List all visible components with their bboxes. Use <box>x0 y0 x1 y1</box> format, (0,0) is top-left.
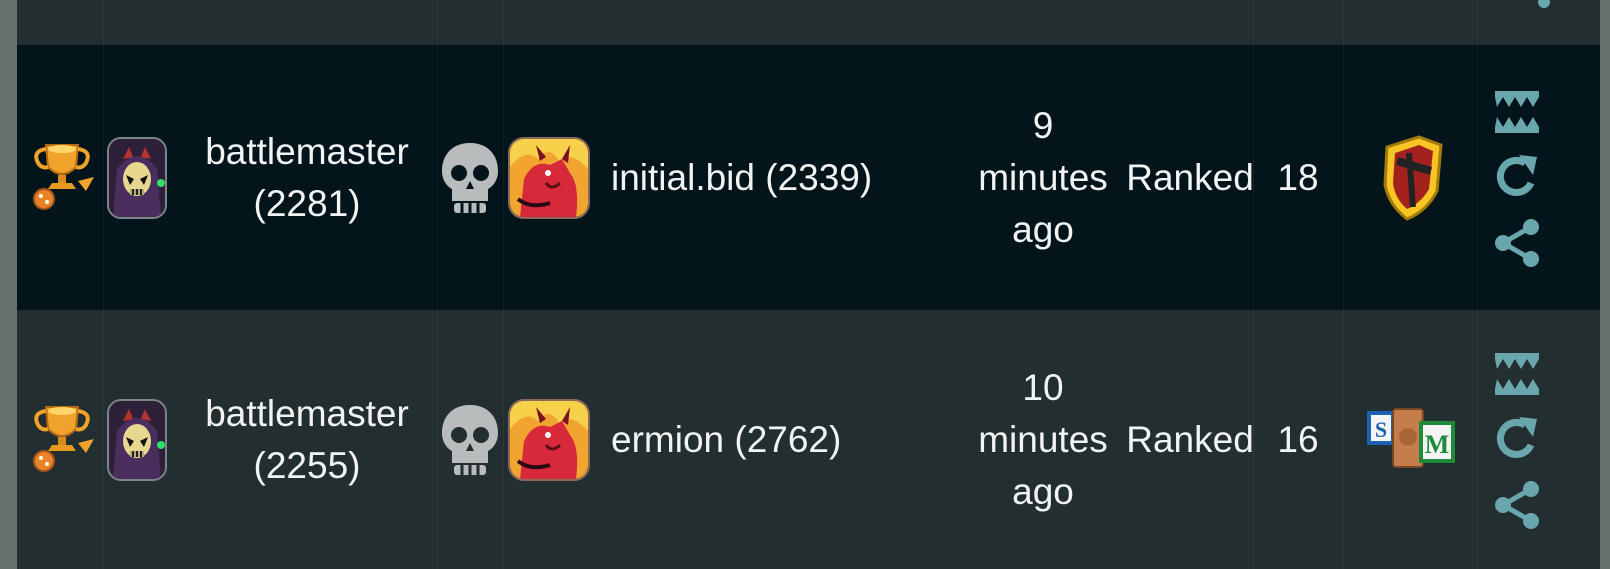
trophy-cell <box>21 45 101 310</box>
gold-trophy-icon <box>33 143 94 210</box>
column-divider <box>437 0 438 569</box>
opponent-avatar[interactable] <box>507 310 591 569</box>
fire-demon-summoner-avatar <box>508 398 590 481</box>
player-name-cell[interactable]: battlemaster (2281) <box>177 45 437 310</box>
time-suffix: ago <box>1012 208 1074 250</box>
shield-ruleset-icon <box>1383 134 1443 221</box>
share-icon-partial[interactable] <box>1487 0 1587 45</box>
ruleset-cell[interactable]: S M <box>1357 310 1467 569</box>
sm-blocks-ruleset-icon: S M <box>1367 407 1455 468</box>
left-gutter <box>0 0 17 569</box>
column-divider <box>103 0 104 569</box>
battle-history-viewport: battlemaster (2281) initial.bid (2339) 9… <box>0 0 1610 569</box>
skull-icon <box>441 404 498 475</box>
monster-jaws-icon[interactable] <box>1493 351 1541 397</box>
time-cell: 10 minutes ago <box>953 310 1133 569</box>
opponent-name-cell[interactable]: initial.bid (2339) <box>611 45 931 310</box>
player-rating: (2255) <box>253 444 361 486</box>
monster-jaws-icon[interactable] <box>1493 89 1541 135</box>
table-row-partial <box>17 0 1600 45</box>
player-name-cell[interactable]: battlemaster (2255) <box>177 310 437 569</box>
match-type-cell: Ranked <box>1126 45 1254 310</box>
player-rating: (2281) <box>253 182 361 224</box>
row-actions <box>1487 310 1547 569</box>
time-value: 10 <box>1022 366 1064 408</box>
player-name: battlemaster <box>205 392 409 434</box>
share-icon <box>1538 0 1550 8</box>
replay-icon[interactable] <box>1493 153 1541 201</box>
fire-demon-summoner-avatar <box>508 136 590 219</box>
svg-text:S: S <box>1375 417 1387 442</box>
time-cell: 9 minutes ago <box>953 45 1133 310</box>
player-name: battlemaster <box>205 130 409 172</box>
mana-cell: 18 <box>1253 45 1343 310</box>
gold-trophy-icon <box>33 405 94 472</box>
mana-cell: 16 <box>1253 310 1343 569</box>
hooded-skull-summoner-avatar <box>107 398 167 481</box>
column-divider <box>1253 0 1254 569</box>
column-divider <box>1343 0 1344 569</box>
table-row: battlemaster (2255) ermion (2762) 10 min… <box>17 310 1600 569</box>
time-unit: minutes <box>978 418 1108 460</box>
match-type: Ranked <box>1126 156 1254 198</box>
opponent-name-cell[interactable]: ermion (2762) <box>611 310 931 569</box>
column-divider <box>503 0 504 569</box>
replay-icon[interactable] <box>1493 415 1541 463</box>
opponent-avatar[interactable] <box>507 45 591 310</box>
time-value: 9 <box>1032 104 1054 146</box>
right-gutter <box>1600 0 1610 569</box>
time-suffix: ago <box>1012 470 1074 512</box>
share-icon[interactable] <box>1493 218 1541 267</box>
table-row: battlemaster (2281) initial.bid (2339) 9… <box>17 45 1600 310</box>
row-actions <box>1487 45 1547 310</box>
column-divider <box>1477 0 1478 569</box>
player-name-rating: battlemaster (2255) <box>205 388 409 492</box>
skull-icon <box>441 142 498 213</box>
mana-cap: 16 <box>1277 418 1319 460</box>
match-type-cell: Ranked <box>1126 310 1254 569</box>
hooded-skull-summoner-avatar <box>107 136 167 219</box>
opponent-name-rating: initial.bid (2339) <box>611 156 873 198</box>
time-unit: minutes <box>978 156 1108 198</box>
ruleset-cell[interactable] <box>1357 45 1467 310</box>
player-avatar[interactable] <box>106 45 168 310</box>
match-type: Ranked <box>1126 418 1254 460</box>
share-icon[interactable] <box>1493 480 1541 529</box>
player-name-rating: battlemaster (2281) <box>205 126 409 230</box>
battle-history-table: battlemaster (2281) initial.bid (2339) 9… <box>17 0 1600 569</box>
opponent-name-rating: ermion (2762) <box>611 418 842 460</box>
trophy-cell <box>21 310 101 569</box>
result-cell <box>437 310 502 569</box>
result-cell <box>437 45 502 310</box>
svg-text:M: M <box>1425 430 1450 459</box>
player-avatar[interactable] <box>106 310 168 569</box>
mana-cap: 18 <box>1277 156 1319 198</box>
